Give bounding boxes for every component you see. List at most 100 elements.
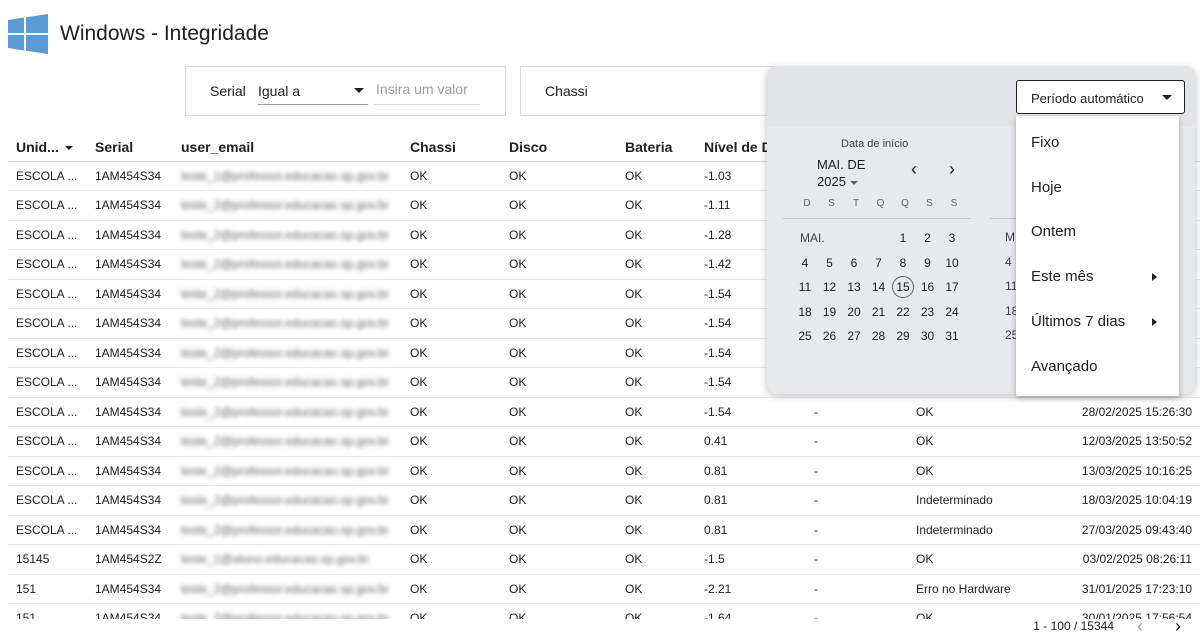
table-cell: 1AM454S34 [87, 161, 173, 191]
table-row[interactable]: ESCOLA ... 1AM454S34 teste_2@professor.edu… [8, 397, 1200, 427]
operator-select[interactable]: Igual a [258, 75, 368, 105]
table-cell: teste_2@professor.educacao.sp.gov.br [173, 515, 402, 545]
chevron-left-icon[interactable]: ‹ [1130, 616, 1150, 636]
calendar-day[interactable]: 14 [868, 276, 890, 298]
chevron-left-icon[interactable]: ‹ [904, 160, 924, 180]
table-row[interactable]: ESCOLA ... 1AM454S34 teste_2@professor.edu… [8, 456, 1200, 486]
menu-item-ultimos-7-dias[interactable]: Últimos 7 dias [1016, 300, 1179, 344]
calendar-day[interactable]: 29 [892, 325, 914, 347]
month-year-selector[interactable]: MAI. DE 2025 [817, 156, 865, 190]
submenu-arrow-icon [1152, 273, 1157, 282]
calendar-day[interactable]: 26 [819, 325, 841, 347]
table-cell: ESCOLA ... [8, 397, 87, 427]
calendar-day[interactable]: 19 [819, 301, 841, 323]
table-cell: 03/02/2025 08:26:11 [1056, 544, 1200, 575]
calendar-day-today[interactable]: 15 [892, 276, 914, 299]
table-cell: - [806, 485, 908, 516]
menu-item-label: Hoje [1031, 178, 1062, 196]
pagination-info: 1 - 100 / 15344 [1033, 619, 1114, 633]
period-select-label: Período automático [1031, 91, 1144, 106]
calendar-day[interactable]: 17 [941, 276, 963, 298]
column-header-chassi[interactable]: Chassi [402, 133, 501, 162]
calendar-day[interactable]: 10 [941, 252, 963, 274]
weekday-label: Q [876, 198, 885, 209]
table-row[interactable]: ESCOLA ... 1AM454S34 teste_2@professor.edu… [8, 485, 1200, 516]
calendar-day[interactable]: 25 [794, 325, 816, 347]
column-header-bateria[interactable]: Bateria [617, 133, 696, 162]
calendar-divider [783, 218, 971, 219]
calendar-day[interactable]: 28 [868, 325, 890, 347]
column-header-unidade[interactable]: Unid... [8, 133, 87, 162]
table-cell: teste_2@professor.educacao.sp.gov.br [173, 308, 402, 339]
calendar-day[interactable]: 6 [843, 252, 865, 274]
menu-item-ontem[interactable]: Ontem [1016, 210, 1179, 254]
table-cell: 1AM454S34 [87, 397, 173, 427]
weekday-label: Q [901, 198, 909, 209]
calendar-day[interactable]: 4 [794, 252, 816, 274]
calendar-day[interactable]: 22 [892, 301, 914, 323]
table-cell: OK [501, 190, 617, 221]
calendar-day[interactable]: 7 [868, 252, 890, 274]
table-row[interactable]: 151 1AM454S34 teste_2@professor.educacao.s… [8, 574, 1200, 604]
table-cell: - [806, 397, 908, 427]
table-cell: OK [908, 426, 1056, 457]
calendar-day[interactable]: 20 [843, 301, 865, 323]
chassi-filter-label: Chassi [545, 83, 588, 99]
table-cell: OK [617, 308, 696, 339]
table-cell: ESCOLA ... [8, 161, 87, 191]
table-cell: 1AM454S34 [87, 574, 173, 604]
table-cell: OK [501, 397, 617, 427]
column-header-disco[interactable]: Disco [501, 133, 617, 162]
table-cell: - [806, 426, 908, 457]
table-cell: 1AM454S34 [87, 515, 173, 545]
calendar-day[interactable]: 12 [819, 276, 841, 298]
calendar-day[interactable]: 9 [917, 252, 939, 274]
table-cell: ESCOLA ... [8, 249, 87, 280]
table-cell: ESCOLA ... [8, 515, 87, 545]
table-cell: teste_2@professor.educacao.sp.gov.br [173, 190, 402, 221]
chevron-right-icon[interactable]: › [1168, 616, 1188, 636]
calendar-day[interactable]: 16 [917, 276, 939, 298]
serial-value-input[interactable] [374, 73, 480, 105]
table-cell: OK [501, 485, 617, 516]
calendar-day[interactable]: 5 [819, 252, 841, 274]
calendar-day[interactable]: 11 [794, 276, 816, 298]
peek-calendar-cell: M [1005, 230, 1015, 244]
menu-item-este-mes[interactable]: Este mês [1016, 255, 1179, 299]
table-cell: teste_2@professor.educacao.sp.gov.br [173, 485, 402, 516]
calendar-day[interactable]: 8 [892, 252, 914, 274]
table-cell: 1AM454S34 [87, 426, 173, 457]
pagination: 1 - 100 / 15344 ‹ › [0, 616, 1200, 642]
period-select-button[interactable]: Período automático [1016, 80, 1185, 114]
calendar-day[interactable]: 21 [868, 301, 890, 323]
menu-item-hoje[interactable]: Hoje [1016, 166, 1179, 210]
table-row[interactable]: ESCOLA ... 1AM454S34 teste_2@professor.edu… [8, 515, 1200, 545]
operator-select-value: Igual a [258, 83, 301, 99]
column-header-user-email[interactable]: user_email [173, 133, 402, 162]
table-cell: OK [617, 544, 696, 575]
weekday-label: S [828, 198, 835, 209]
menu-item-avancado[interactable]: Avançado [1016, 345, 1179, 389]
calendar-day[interactable]: 23 [917, 301, 939, 323]
calendar-day[interactable]: 30 [917, 325, 939, 347]
caret-down-icon [1162, 95, 1172, 100]
calendar-day[interactable]: 1 [892, 227, 914, 249]
chevron-right-icon[interactable]: › [942, 160, 962, 180]
table-cell: 0.81 [696, 485, 806, 516]
calendar-day[interactable]: 31 [941, 325, 963, 347]
calendar-day[interactable]: 18 [794, 301, 816, 323]
calendar-day[interactable]: 13 [843, 276, 865, 298]
table-row[interactable]: ESCOLA ... 1AM454S34 teste_2@professor.edu… [8, 426, 1200, 457]
menu-item-fixo[interactable]: Fixo [1016, 121, 1179, 165]
column-header-serial[interactable]: Serial [87, 133, 173, 162]
calendar-day[interactable]: 27 [843, 325, 865, 347]
table-cell: teste_2@professor.educacao.sp.gov.br [173, 367, 402, 398]
grid-month-label: MAI. [800, 231, 825, 245]
calendar-day[interactable]: 3 [941, 227, 963, 249]
table-cell: OK [501, 574, 617, 604]
calendar-day[interactable]: 24 [941, 301, 963, 323]
table-cell: OK [402, 279, 501, 309]
calendar-day[interactable]: 2 [917, 227, 939, 249]
table-cell: ESCOLA ... [8, 308, 87, 339]
table-row[interactable]: 15145 1AM454S2Z teste_1@aluno.educacao.sp.… [8, 544, 1200, 575]
